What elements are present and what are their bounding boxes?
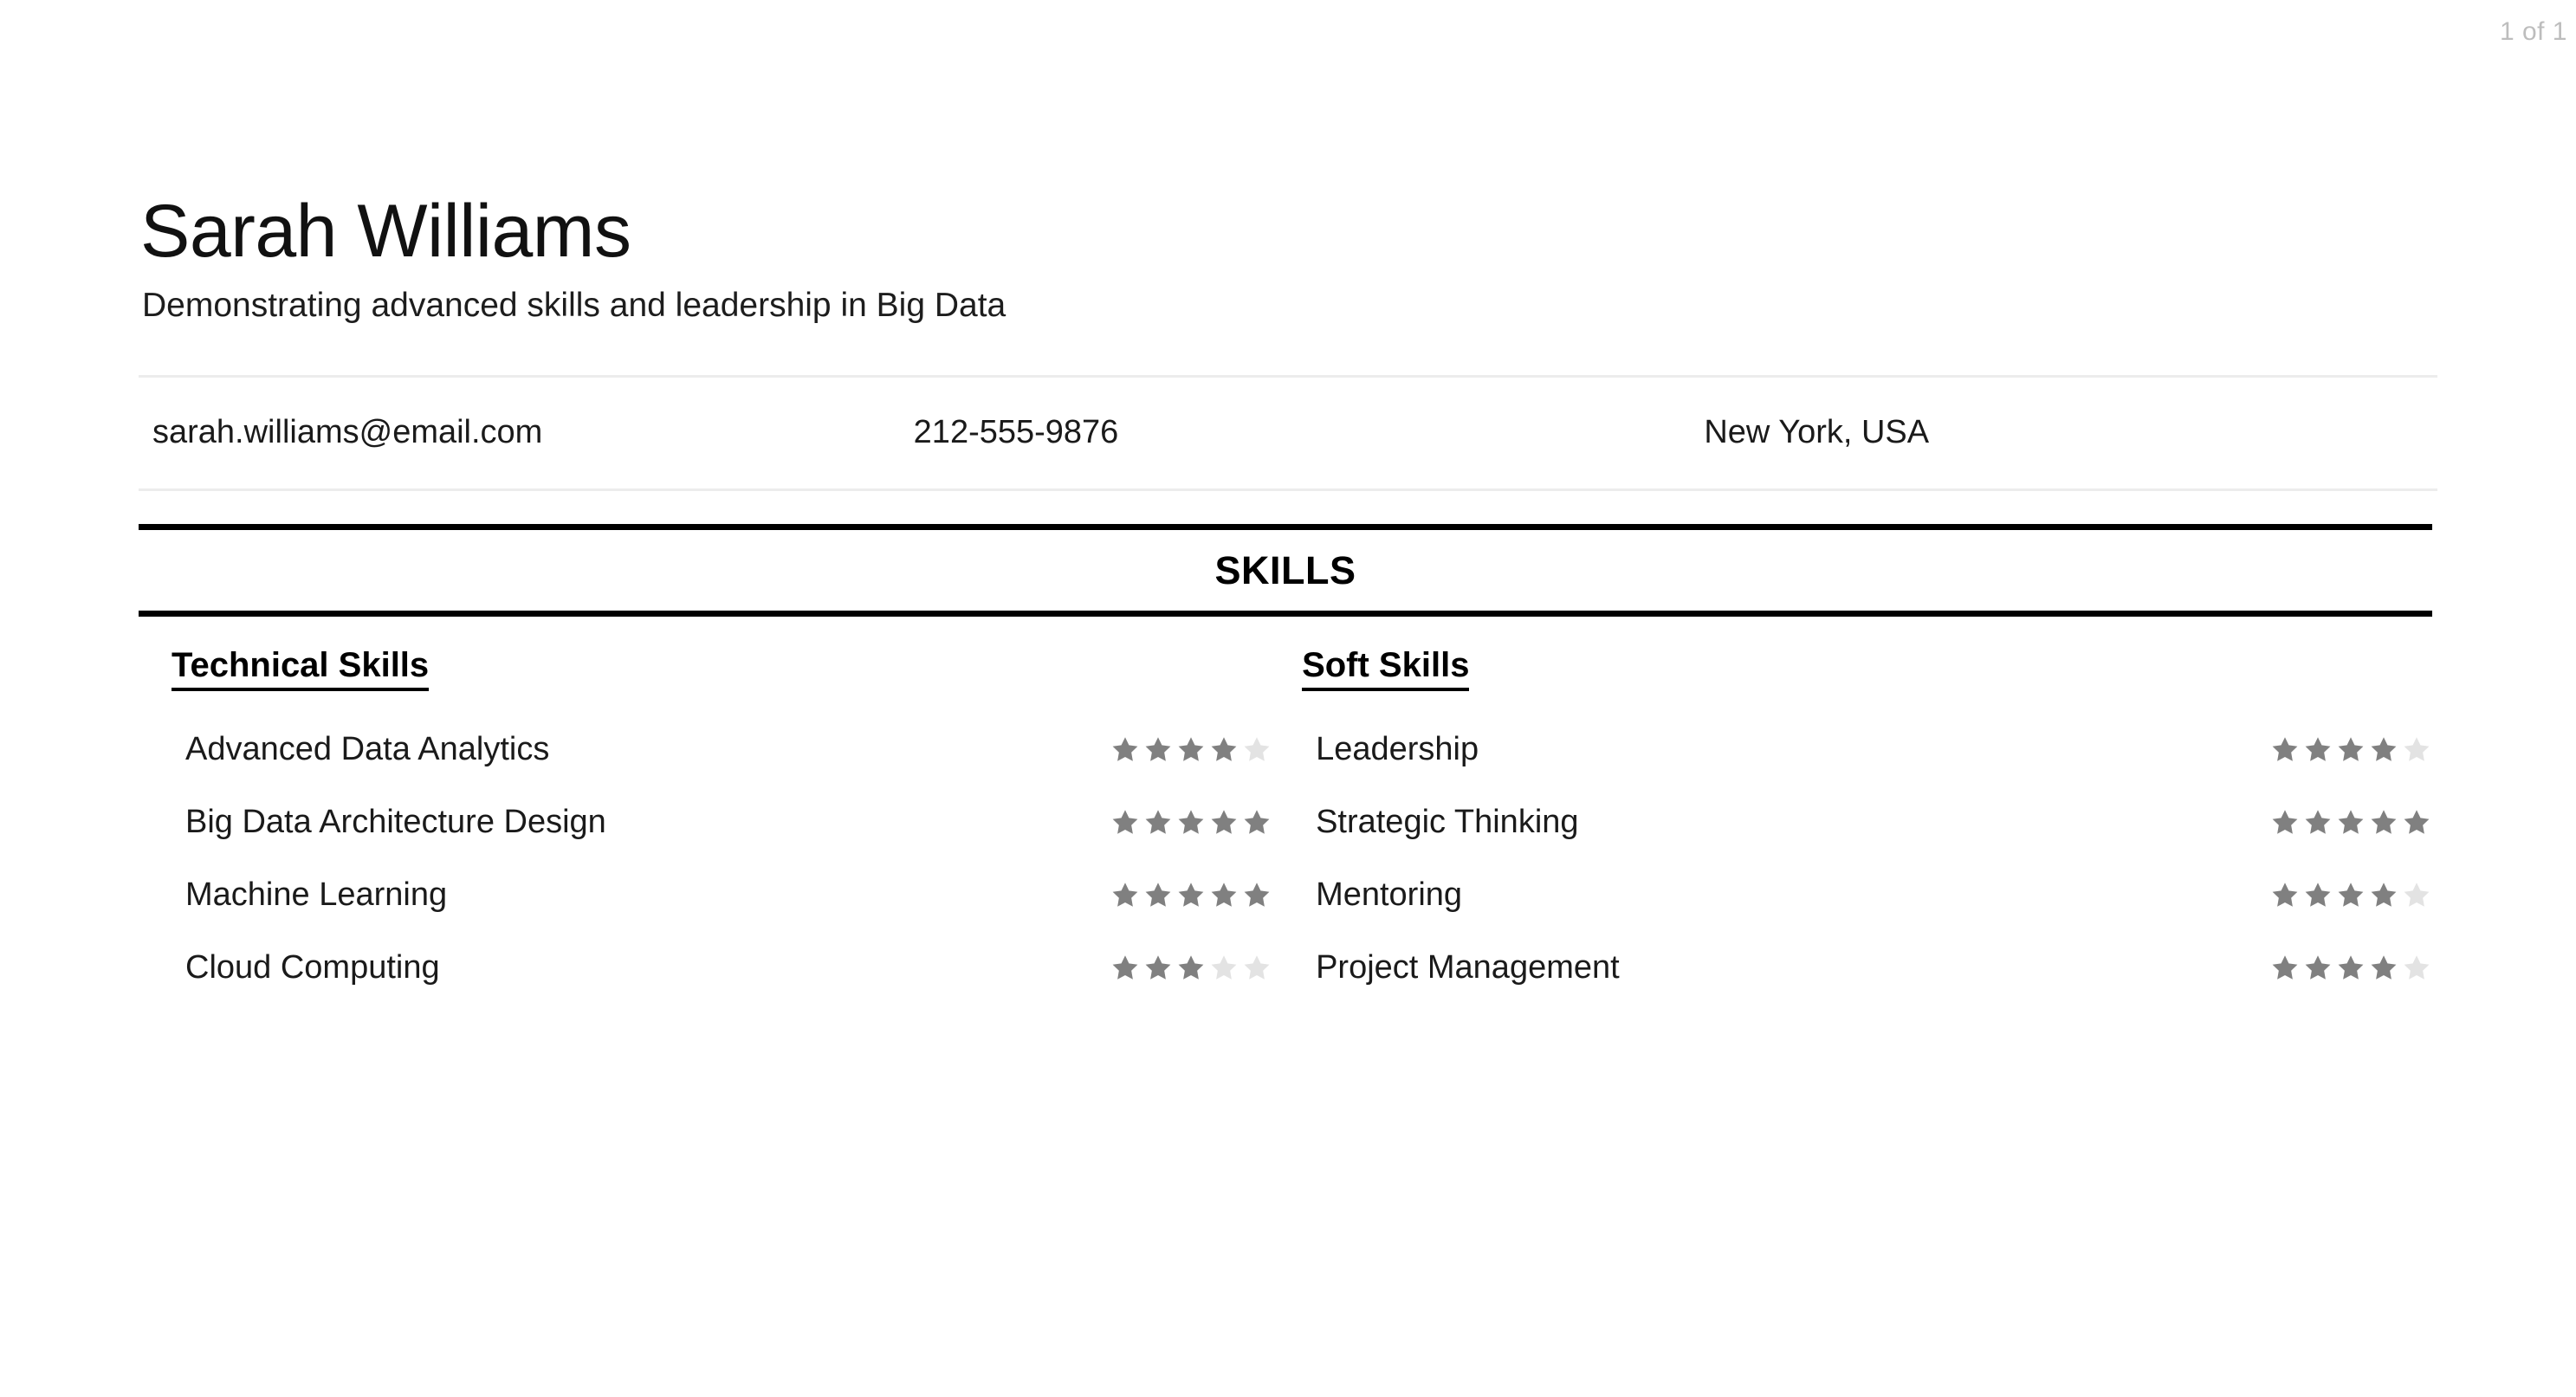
star-filled-icon — [1110, 880, 1141, 911]
star-filled-icon — [2269, 734, 2301, 766]
star-filled-icon — [1208, 734, 1239, 766]
skill-rating — [2269, 807, 2437, 838]
star-filled-icon — [2302, 880, 2333, 911]
star-filled-icon — [1208, 807, 1239, 838]
star-empty-icon — [1241, 734, 1272, 766]
star-filled-icon — [2269, 880, 2301, 911]
star-filled-icon — [1175, 807, 1207, 838]
skill-row: Mentoring — [1288, 859, 2437, 932]
star-empty-icon — [2401, 734, 2432, 766]
star-filled-icon — [2269, 953, 2301, 984]
star-filled-icon — [2302, 734, 2333, 766]
skills-column-heading-technical: Technical Skills — [172, 646, 430, 691]
star-empty-icon — [1241, 953, 1272, 984]
star-filled-icon — [1241, 880, 1272, 911]
skills-column-heading-soft: Soft Skills — [1302, 646, 1470, 691]
star-filled-icon — [2335, 953, 2366, 984]
skill-label: Mentoring — [1316, 876, 1463, 914]
star-empty-icon — [2401, 880, 2432, 911]
skill-list-soft: Leadership Strategic Thinking Mentoring Pro… — [1288, 714, 2437, 1005]
skill-rating — [1110, 807, 1288, 838]
star-filled-icon — [1142, 734, 1174, 766]
skill-label: Strategic Thinking — [1316, 804, 1579, 841]
skill-rating — [1110, 734, 1288, 766]
star-filled-icon — [2335, 807, 2366, 838]
candidate-name: Sarah Williams — [140, 190, 631, 273]
skill-row: Leadership — [1288, 714, 2437, 786]
page-indicator: 1 of 1 — [2499, 17, 2567, 46]
skill-row: Big Data Architecture Design — [152, 786, 1288, 859]
contact-phone[interactable]: 212-555-9876 — [872, 414, 1634, 451]
star-filled-icon — [1241, 807, 1272, 838]
skills-section: SKILLS Technical Skills Advanced Data An… — [139, 523, 2437, 1005]
candidate-tagline: Demonstrating advanced skills and leader… — [142, 287, 1006, 324]
star-filled-icon — [2302, 807, 2333, 838]
star-empty-icon — [2401, 953, 2432, 984]
skill-label: Cloud Computing — [185, 949, 440, 986]
star-filled-icon — [2335, 880, 2366, 911]
contact-row: sarah.williams@email.com 212-555-9876 Ne… — [139, 378, 2437, 488]
contact-divider-bottom — [139, 488, 2437, 491]
resume-header: Sarah Williams Demonstrating advanced sk… — [139, 0, 2437, 325]
star-filled-icon — [1110, 807, 1141, 838]
skill-rating — [1110, 953, 1288, 984]
star-filled-icon — [1208, 880, 1239, 911]
skill-row: Cloud Computing — [152, 932, 1288, 1005]
star-filled-icon — [2368, 807, 2399, 838]
section-title-skills: SKILLS — [1214, 547, 1356, 592]
skill-label: Machine Learning — [185, 876, 448, 914]
skill-row: Machine Learning — [152, 859, 1288, 932]
skill-row: Strategic Thinking — [1288, 786, 2437, 859]
star-filled-icon — [2269, 807, 2301, 838]
skill-rating — [2269, 734, 2437, 766]
skill-rating — [2269, 953, 2437, 984]
star-filled-icon — [1110, 953, 1141, 984]
skill-rating — [1110, 880, 1288, 911]
contact-email[interactable]: sarah.williams@email.com — [152, 414, 872, 451]
skill-row: Project Management — [1288, 932, 2437, 1005]
section-rule-top — [139, 523, 2432, 530]
skills-column-soft: Soft Skills Leadership Strategic Thinking… — [1288, 646, 2437, 1005]
star-filled-icon — [2335, 734, 2366, 766]
skill-label: Leadership — [1316, 731, 1479, 768]
star-filled-icon — [1142, 807, 1174, 838]
star-filled-icon — [2401, 807, 2432, 838]
star-filled-icon — [1142, 953, 1174, 984]
star-filled-icon — [2368, 880, 2399, 911]
star-filled-icon — [2302, 953, 2333, 984]
resume-document: Sarah Williams Demonstrating advanced sk… — [139, 0, 2437, 1005]
star-filled-icon — [2368, 953, 2399, 984]
star-filled-icon — [1175, 880, 1207, 911]
skills-column-technical: Technical Skills Advanced Data Analytics… — [139, 646, 1288, 1005]
star-filled-icon — [1110, 734, 1141, 766]
skills-columns: Technical Skills Advanced Data Analytics… — [139, 646, 2437, 1005]
skill-label: Advanced Data Analytics — [185, 731, 550, 768]
star-filled-icon — [2368, 734, 2399, 766]
skill-row: Advanced Data Analytics — [152, 714, 1288, 786]
contact-location: New York, USA — [1704, 414, 1930, 451]
skill-label: Big Data Architecture Design — [185, 804, 606, 841]
star-empty-icon — [1208, 953, 1239, 984]
skill-list-technical: Advanced Data Analytics Big Data Architec… — [152, 714, 1288, 1005]
star-filled-icon — [1175, 734, 1207, 766]
skill-rating — [2269, 880, 2437, 911]
star-filled-icon — [1142, 880, 1174, 911]
skill-label: Project Management — [1316, 949, 1620, 986]
section-rule-bottom — [139, 610, 2432, 617]
star-filled-icon — [1175, 953, 1207, 984]
